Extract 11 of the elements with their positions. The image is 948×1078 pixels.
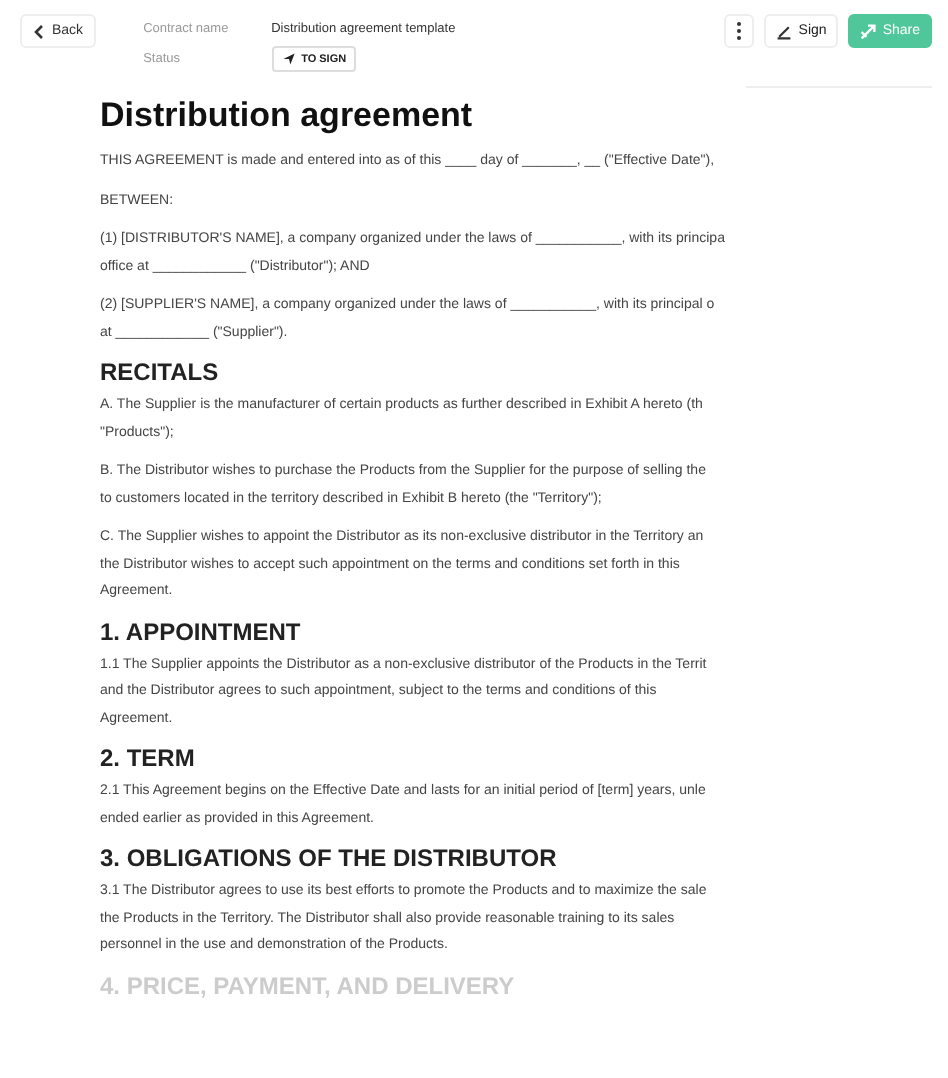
more-icon (736, 22, 743, 40)
section-heading: 2. TERM (100, 744, 197, 772)
section-heading: 1. APPOINTMENT (100, 617, 303, 645)
section-heading: RECITALS (100, 358, 221, 386)
share-icon (860, 23, 877, 39)
chevron-left-icon (32, 23, 46, 39)
send-icon (281, 52, 296, 66)
section-heading: 3. OBLIGATIONS OF THE DISTRIBUTOR (100, 844, 559, 872)
pen-icon (776, 23, 793, 39)
document-title: Distribution agreement (100, 96, 475, 136)
more-button[interactable] (724, 14, 755, 48)
